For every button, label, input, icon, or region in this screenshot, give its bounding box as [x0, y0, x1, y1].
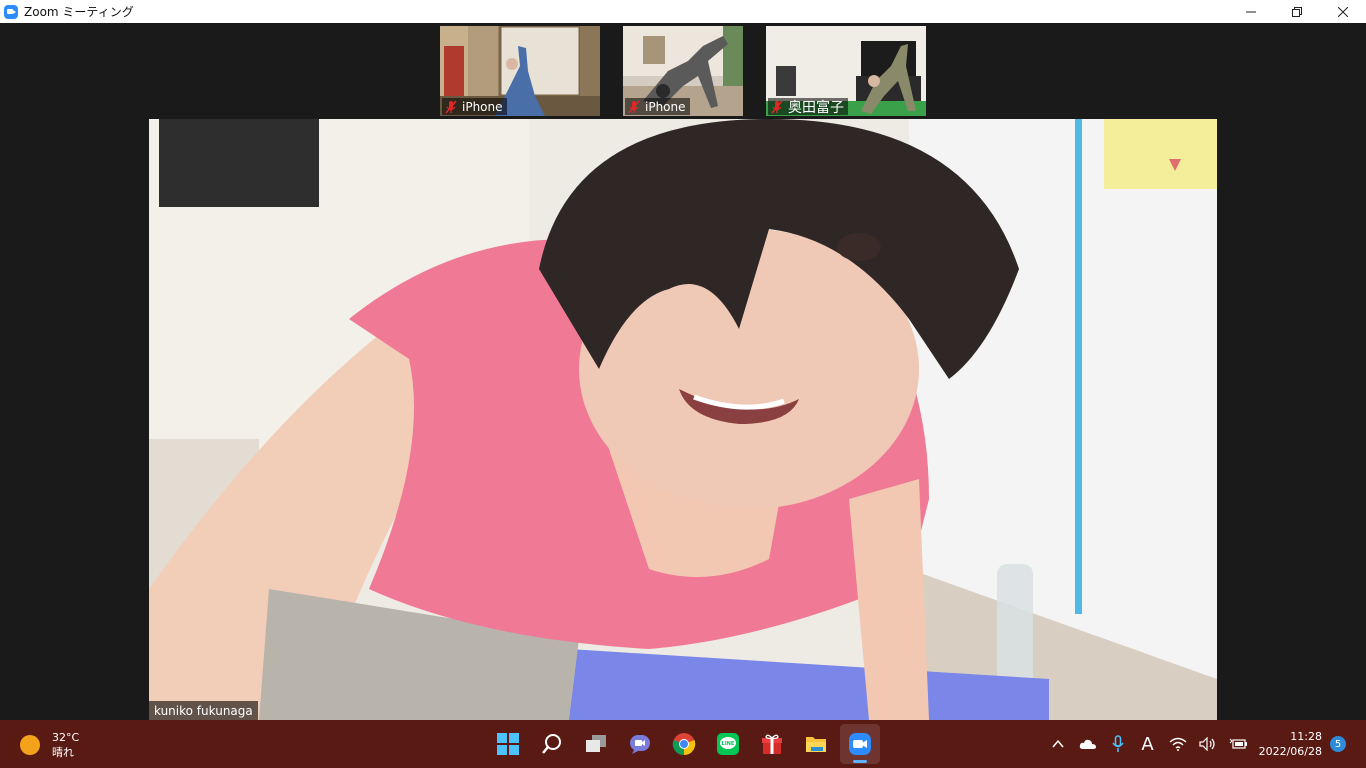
clock-date: 2022/06/28 [1258, 745, 1322, 758]
start-button[interactable] [488, 724, 528, 764]
participant-name: iPhone [462, 99, 503, 114]
participant-thumbnail-2[interactable]: iPhone [623, 26, 743, 116]
participant-label: iPhone [442, 98, 507, 115]
system-tray: A 11:28 2022/06/28 5 [1043, 720, 1366, 768]
clock[interactable]: 11:28 2022/06/28 [1259, 729, 1322, 759]
minimize-icon [1246, 11, 1256, 12]
window-title: Zoom ミーティング [24, 5, 134, 19]
line-button[interactable]: LINE [708, 724, 748, 764]
line-icon: LINE [717, 733, 739, 755]
volume-button[interactable] [1196, 732, 1220, 756]
mic-muted-icon [628, 100, 640, 113]
title-bar: Zoom ミーティング [0, 0, 1366, 23]
sun-icon [20, 735, 40, 755]
taskbar: 32°C 晴れ LINE A 11:28 2022/06/28 5 [0, 720, 1366, 768]
zoom-taskbar-button[interactable] [840, 724, 880, 764]
volume-icon [1198, 737, 1215, 751]
mic-muted-icon [445, 100, 457, 113]
wifi-button[interactable] [1166, 732, 1190, 756]
cloud-icon [1079, 739, 1096, 749]
show-hidden-icons-button[interactable] [1046, 732, 1070, 756]
taskbar-apps: LINE [486, 724, 882, 764]
close-button[interactable] [1320, 0, 1366, 23]
participant-name: iPhone [645, 99, 686, 114]
clock-time: 11:28 [1290, 730, 1322, 743]
weather-temperature: 32°C [52, 731, 80, 744]
zoom-icon [849, 733, 871, 755]
weather-widget[interactable]: 32°C 晴れ [20, 730, 79, 760]
speaker-name-label: kuniko fukunaga [149, 701, 258, 720]
svg-text:LINE: LINE [722, 741, 735, 747]
task-view-button[interactable] [576, 724, 616, 764]
participant-label: 奥田富子 [768, 98, 848, 116]
participant-thumbnail-3[interactable]: 奥田富子 [766, 26, 926, 116]
participant-name: 奥田富子 [788, 99, 844, 116]
search-button[interactable] [532, 724, 572, 764]
gift-button[interactable] [752, 724, 792, 764]
file-explorer-button[interactable] [796, 724, 836, 764]
chrome-button[interactable] [664, 724, 704, 764]
chat-icon [630, 735, 650, 754]
chrome-icon [672, 733, 696, 756]
wifi-icon [1169, 737, 1187, 751]
mic-muted-icon [771, 100, 783, 113]
window-controls [1228, 0, 1366, 23]
ime-indicator[interactable]: A [1136, 732, 1160, 756]
participant-thumbnail-1[interactable]: iPhone [440, 26, 600, 116]
weather-condition: 晴れ [52, 746, 74, 759]
zoom-app-icon [4, 4, 18, 19]
close-icon [1338, 6, 1348, 17]
notification-badge[interactable]: 5 [1330, 736, 1346, 752]
minimize-button[interactable] [1228, 0, 1274, 23]
battery-plug-icon [1229, 738, 1247, 749]
battery-button[interactable] [1226, 732, 1250, 756]
participant-label: iPhone [625, 98, 690, 115]
chevron-up-icon [1052, 739, 1064, 748]
main-speaker-video[interactable]: kuniko fukunaga [149, 119, 1217, 720]
microphone-icon [1111, 735, 1124, 752]
start-icon [497, 733, 519, 755]
task-view-icon [586, 735, 606, 752]
search-icon [542, 734, 561, 754]
restore-icon [1292, 6, 1302, 17]
chat-button[interactable] [620, 724, 660, 764]
speaker-video-frame [149, 119, 1217, 720]
microphone-button[interactable] [1106, 732, 1130, 756]
gift-icon [762, 734, 782, 754]
restore-button[interactable] [1274, 0, 1320, 23]
file-explorer-icon [806, 737, 826, 752]
onedrive-button[interactable] [1076, 732, 1100, 756]
